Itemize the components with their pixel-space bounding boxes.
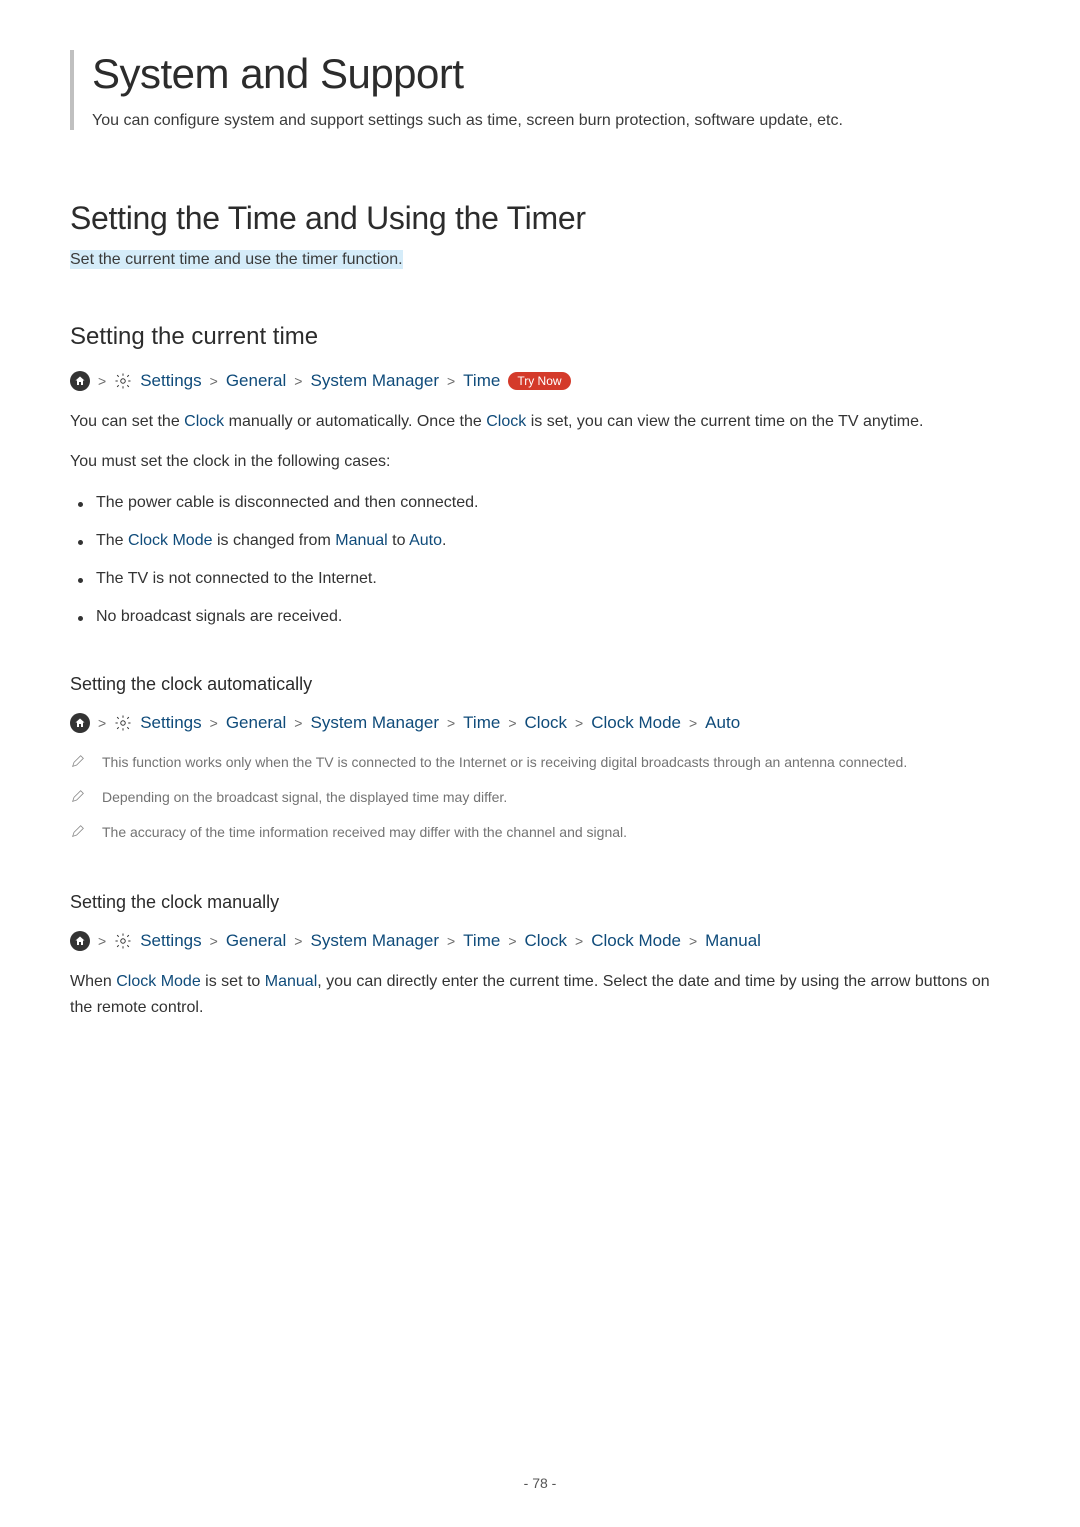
page-number: - 78 -: [0, 1475, 1080, 1491]
bullet-list: The power cable is disconnected and then…: [96, 494, 1010, 626]
gear-icon: [114, 372, 132, 390]
subsection-clock-manual: Setting the clock manually: [70, 892, 1010, 913]
subsection-current-time: Setting the current time: [70, 323, 1010, 351]
chevron-icon: >: [447, 933, 455, 949]
note: This function works only when the TV is …: [70, 751, 1010, 774]
kw-auto: Auto: [409, 532, 442, 549]
chevron-icon: >: [294, 715, 302, 731]
note: Depending on the broadcast signal, the d…: [70, 786, 1010, 809]
nav-system-manager[interactable]: System Manager: [310, 713, 439, 733]
chevron-icon: >: [508, 715, 516, 731]
list-item: The Clock Mode is changed from Manual to…: [96, 532, 1010, 550]
body-text: You can set the Clock manually or automa…: [70, 409, 1010, 435]
chevron-icon: >: [689, 715, 697, 731]
chevron-icon: >: [98, 715, 106, 731]
chevron-icon: >: [689, 933, 697, 949]
nav-clock-mode[interactable]: Clock Mode: [591, 713, 681, 733]
chevron-icon: >: [447, 373, 455, 389]
title-block: System and Support You can configure sys…: [70, 50, 1010, 130]
pencil-icon: [70, 753, 86, 774]
nav-time[interactable]: Time: [463, 931, 500, 951]
note-text: This function works only when the TV is …: [102, 751, 907, 773]
nav-clock[interactable]: Clock: [525, 713, 568, 733]
breadcrumb: > Settings > General > System Manager > …: [70, 713, 1010, 733]
nav-general[interactable]: General: [226, 931, 286, 951]
home-icon: [70, 371, 90, 391]
chevron-icon: >: [294, 373, 302, 389]
note-text: The accuracy of the time information rec…: [102, 821, 627, 843]
pencil-icon: [70, 823, 86, 844]
nav-auto[interactable]: Auto: [705, 713, 740, 733]
nav-clock[interactable]: Clock: [525, 931, 568, 951]
kw-manual: Manual: [335, 532, 387, 549]
try-now-badge[interactable]: Try Now: [508, 372, 570, 390]
section-subtext: Set the current time and use the timer f…: [70, 250, 403, 269]
page-title: System and Support: [92, 50, 1010, 98]
nav-settings[interactable]: Settings: [140, 371, 201, 391]
chevron-icon: >: [508, 933, 516, 949]
subsection-clock-auto: Setting the clock automatically: [70, 674, 1010, 695]
note: The accuracy of the time information rec…: [70, 821, 1010, 844]
breadcrumb: > Settings > General > System Manager > …: [70, 371, 1010, 391]
nav-system-manager[interactable]: System Manager: [310, 371, 439, 391]
kw-clock-mode: Clock Mode: [128, 532, 212, 549]
nav-settings[interactable]: Settings: [140, 713, 201, 733]
home-icon: [70, 931, 90, 951]
breadcrumb: > Settings > General > System Manager > …: [70, 931, 1010, 951]
kw-manual: Manual: [265, 973, 317, 990]
body-text: When Clock Mode is set to Manual, you ca…: [70, 969, 1010, 1020]
list-item: No broadcast signals are received.: [96, 608, 1010, 626]
chevron-icon: >: [447, 715, 455, 731]
chevron-icon: >: [210, 933, 218, 949]
kw-clock: Clock: [184, 413, 224, 430]
home-icon: [70, 713, 90, 733]
body-text: You must set the clock in the following …: [70, 449, 1010, 475]
chevron-icon: >: [575, 715, 583, 731]
list-item: The TV is not connected to the Internet.: [96, 570, 1010, 588]
pencil-icon: [70, 788, 86, 809]
gear-icon: [114, 932, 132, 950]
list-item: The power cable is disconnected and then…: [96, 494, 1010, 512]
chevron-icon: >: [98, 373, 106, 389]
kw-clock-mode: Clock Mode: [116, 973, 200, 990]
nav-settings[interactable]: Settings: [140, 931, 201, 951]
note-text: Depending on the broadcast signal, the d…: [102, 786, 507, 808]
nav-clock-mode[interactable]: Clock Mode: [591, 931, 681, 951]
section-heading-timer: Setting the Time and Using the Timer: [70, 200, 1010, 237]
page-intro: You can configure system and support set…: [92, 112, 1010, 130]
chevron-icon: >: [98, 933, 106, 949]
nav-system-manager[interactable]: System Manager: [310, 931, 439, 951]
chevron-icon: >: [294, 933, 302, 949]
chevron-icon: >: [210, 715, 218, 731]
nav-time[interactable]: Time: [463, 713, 500, 733]
nav-general[interactable]: General: [226, 713, 286, 733]
chevron-icon: >: [575, 933, 583, 949]
kw-clock: Clock: [486, 413, 526, 430]
nav-time[interactable]: Time: [463, 371, 500, 391]
gear-icon: [114, 714, 132, 732]
nav-manual[interactable]: Manual: [705, 931, 761, 951]
nav-general[interactable]: General: [226, 371, 286, 391]
chevron-icon: >: [210, 373, 218, 389]
